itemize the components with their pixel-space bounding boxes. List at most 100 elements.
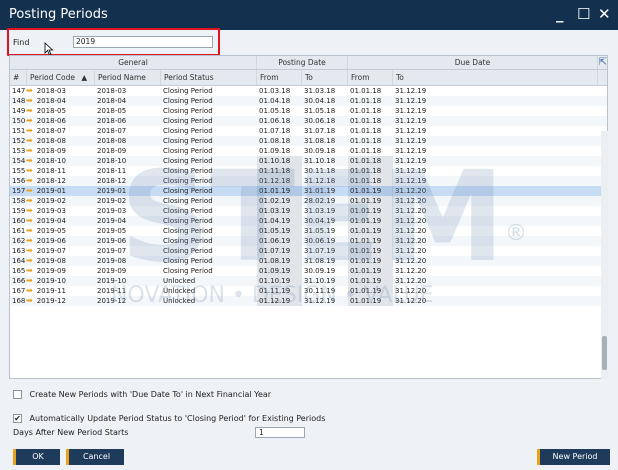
col-posting-to[interactable]: To xyxy=(302,70,348,85)
period-code-text: 2018-09 xyxy=(36,147,66,155)
link-arrow-icon[interactable]: ➡ xyxy=(26,116,33,125)
col-due-from[interactable]: From xyxy=(348,70,393,85)
posting-from-cell: 01.07.18 xyxy=(259,127,291,135)
auto-update-status-option[interactable]: ✔ Automatically Update Period Status to … xyxy=(13,414,325,423)
period-code-cell: ➡ 2019-05 xyxy=(24,226,92,236)
period-code-text: 2018-06 xyxy=(36,117,66,125)
link-arrow-icon[interactable]: ➡ xyxy=(26,236,33,245)
due-to-cell: 31.12.19 xyxy=(395,137,427,145)
period-status-cell: Closing Period xyxy=(163,197,213,205)
posting-from-cell: 01.11.18 xyxy=(257,166,302,176)
link-arrow-icon[interactable]: ➡ xyxy=(26,196,33,205)
posting-to-cell: 31.03.18 xyxy=(304,87,336,95)
period-code-cell: ➡ 2019-04 xyxy=(24,216,92,226)
due-from-cell: 01.01.19 xyxy=(348,246,393,256)
table-row[interactable]: 162 ➡ 2019-06 2019-06 Closing Period 01.06.19… xyxy=(10,236,607,246)
new-period-button[interactable]: New Period xyxy=(537,449,610,465)
maximize-button[interactable]: ☐ xyxy=(577,5,590,23)
due-from-cell: 01.01.19 xyxy=(348,186,393,196)
table-row[interactable]: 163 ➡ 2019-07 2019-07 Closing Period 01.07.19… xyxy=(10,246,607,256)
table-row[interactable]: 159 ➡ 2019-03 2019-03 Closing Period 01.03.19… xyxy=(10,206,607,216)
posting-from-cell: 01.05.19 xyxy=(257,226,302,236)
expand-icon[interactable]: ⇱ xyxy=(599,57,607,68)
link-arrow-icon[interactable]: ➡ xyxy=(26,296,33,305)
period-code-cell: ➡ 2018-09 xyxy=(24,146,92,156)
table-row[interactable]: 150 ➡ 2018-06 2018-06 Closing Period 01.06.18… xyxy=(10,116,607,126)
link-arrow-icon[interactable]: ➡ xyxy=(26,186,33,195)
period-status-cell: Closing Period xyxy=(163,187,213,195)
period-status-cell: Closing Period xyxy=(163,87,213,95)
link-arrow-icon[interactable]: ➡ xyxy=(26,96,33,105)
col-posting-from[interactable]: From xyxy=(257,70,302,85)
table-row[interactable]: 147 ➡ 2018-03 2018-03 Closing Period 01.03.18… xyxy=(10,86,607,96)
close-button[interactable]: ✕ xyxy=(598,5,611,23)
period-name-cell: 2019-04 xyxy=(97,217,127,225)
link-arrow-icon[interactable]: ➡ xyxy=(26,176,33,185)
posting-to-cell: 31.08.18 xyxy=(304,137,336,145)
due-to-cell: 31.12.20 xyxy=(395,187,427,195)
table-row[interactable]: 167 ➡ 2019-11 2019-11 Unlocked 01.11.19 30.11.… xyxy=(10,286,607,296)
table-row[interactable]: 165 ➡ 2019-09 2019-09 Closing Period 01.09.19… xyxy=(10,266,607,276)
col-due-to[interactable]: To xyxy=(393,70,598,85)
days-after-input[interactable]: 1 xyxy=(255,427,305,438)
period-code-cell: ➡ 2019-08 xyxy=(24,256,92,266)
scrollbar-thumb[interactable] xyxy=(602,336,607,370)
ok-button[interactable]: OK xyxy=(13,449,60,465)
table-row[interactable]: 166 ➡ 2019-10 2019-10 Unlocked 01.10.19 31.10.… xyxy=(10,276,607,286)
table-row[interactable]: 168 ➡ 2019-12 2019-12 Unlocked 01.12.19 31.12.… xyxy=(10,296,607,306)
link-arrow-icon[interactable]: ➡ xyxy=(26,146,33,155)
minimize-button[interactable]: _ xyxy=(556,5,564,23)
table-row[interactable]: 155 ➡ 2018-11 2018-11 Closing Period 01.11.18… xyxy=(10,166,607,176)
group-due-date: Due Date xyxy=(348,56,598,69)
table-row[interactable]: 158 ➡ 2019-02 2019-02 Closing Period 01.02.19… xyxy=(10,196,607,206)
table-row[interactable]: 152 ➡ 2018-08 2018-08 Closing Period 01.08.18… xyxy=(10,136,607,146)
link-arrow-icon[interactable]: ➡ xyxy=(26,266,33,275)
col-period-name[interactable]: Period Name xyxy=(95,70,161,85)
period-name-cell: 2019-12 xyxy=(97,297,127,305)
link-arrow-icon[interactable]: ➡ xyxy=(26,276,33,285)
col-number[interactable]: # xyxy=(10,70,27,85)
link-arrow-icon[interactable]: ➡ xyxy=(26,166,33,175)
link-arrow-icon[interactable]: ➡ xyxy=(26,126,33,135)
link-arrow-icon[interactable]: ➡ xyxy=(26,226,33,235)
cancel-button[interactable]: Cancel xyxy=(66,449,124,465)
posting-to-cell: 30.11.19 xyxy=(304,287,336,295)
table-row[interactable]: 154 ➡ 2018-10 2018-10 Closing Period 01.10.18… xyxy=(10,156,607,166)
link-arrow-icon[interactable]: ➡ xyxy=(26,156,33,165)
col-period-code-label: Period Code xyxy=(30,73,75,82)
vertical-scrollbar[interactable] xyxy=(601,131,608,379)
create-new-periods-option[interactable]: Create New Periods with 'Due Date To' in… xyxy=(13,390,271,399)
table-row[interactable]: 149 ➡ 2018-05 2018-05 Closing Period 01.05.18… xyxy=(10,106,607,116)
link-arrow-icon[interactable]: ➡ xyxy=(26,106,33,115)
due-from-cell: 01.01.19 xyxy=(348,196,393,206)
table-row[interactable]: 153 ➡ 2018-09 2018-09 Closing Period 01.09.18… xyxy=(10,146,607,156)
posting-from-cell: 01.10.18 xyxy=(257,156,302,166)
period-status-cell: Unlocked xyxy=(163,297,196,305)
period-code-text: 2018-11 xyxy=(36,167,66,175)
link-arrow-icon[interactable]: ➡ xyxy=(26,256,33,265)
table-row[interactable]: 148 ➡ 2018-04 2018-04 Closing Period 01.04.18… xyxy=(10,96,607,106)
table-row[interactable]: 151 ➡ 2018-07 2018-07 Closing Period 01.07.18… xyxy=(10,126,607,136)
table-row[interactable]: 161 ➡ 2019-05 2019-05 Closing Period 01.05.19… xyxy=(10,226,607,236)
due-to-cell: 31.12.20 xyxy=(395,297,427,305)
period-status-cell: Closing Period xyxy=(163,117,213,125)
period-name-cell: 2018-03 xyxy=(97,87,127,95)
posting-from-cell: 01.03.18 xyxy=(259,87,291,95)
link-arrow-icon[interactable]: ➡ xyxy=(26,246,33,255)
col-period-status[interactable]: Period Status xyxy=(161,70,257,85)
link-arrow-icon[interactable]: ➡ xyxy=(26,136,33,145)
period-code-cell: ➡ 2018-05 xyxy=(24,106,92,116)
table-row[interactable]: 164 ➡ 2019-08 2019-08 Closing Period 01.08.19… xyxy=(10,256,607,266)
table-row[interactable]: 156 ➡ 2018-12 2018-12 Closing Period 01.12.18… xyxy=(10,176,607,186)
due-to-cell: 31.12.20 xyxy=(395,267,427,275)
link-arrow-icon[interactable]: ➡ xyxy=(26,206,33,215)
table-row[interactable]: 157 ➡ 2019-01 2019-01 Closing Period 01.01.19… xyxy=(10,186,607,196)
link-arrow-icon[interactable]: ➡ xyxy=(26,86,33,95)
create-new-periods-checkbox[interactable] xyxy=(13,390,22,399)
period-status-cell: Closing Period xyxy=(163,257,213,265)
link-arrow-icon[interactable]: ➡ xyxy=(26,286,33,295)
link-arrow-icon[interactable]: ➡ xyxy=(26,216,33,225)
auto-update-status-checkbox[interactable]: ✔ xyxy=(13,414,22,423)
col-period-code[interactable]: Period Code ▲ xyxy=(27,70,95,85)
table-row[interactable]: 160 ➡ 2019-04 2019-04 Closing Period 01.04.19… xyxy=(10,216,607,226)
